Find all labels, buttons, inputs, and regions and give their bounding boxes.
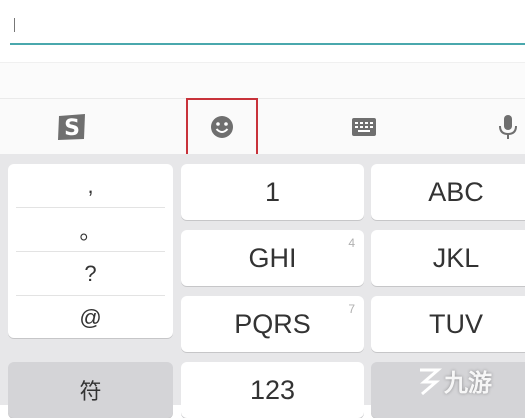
key-8-label: TUV	[429, 308, 483, 339]
symbol-key-label: 符	[79, 379, 102, 404]
text-input-area[interactable]	[0, 0, 525, 62]
key-7[interactable]: PQRS 7	[181, 296, 364, 352]
sogou-s-icon: S	[58, 114, 85, 141]
microphone-icon	[498, 115, 517, 139]
punct-at[interactable]: @	[16, 296, 165, 339]
punct-comma[interactable]: ,	[16, 164, 165, 208]
punct-question[interactable]: ?	[16, 252, 165, 296]
candidate-bar	[0, 62, 525, 99]
num-key-label: 123	[249, 374, 296, 405]
ime-toolbar: S	[0, 98, 525, 155]
key-4-digit: 4	[348, 236, 355, 250]
voice-input-button[interactable]	[490, 99, 525, 155]
key-5[interactable]: JKL 5	[371, 230, 525, 286]
punctuation-list[interactable]: , 。 ? @	[8, 164, 173, 338]
key-2[interactable]: ABC 2	[371, 164, 525, 220]
punct-period[interactable]: 。	[16, 208, 165, 252]
svg-text:S: S	[64, 116, 80, 141]
key-5-label: JKL	[432, 242, 480, 273]
key-7-digit: 7	[348, 302, 355, 316]
watermark-text: 九游	[444, 370, 492, 397]
emoji-highlight-box	[186, 98, 258, 160]
symbol-key[interactable]: 符	[8, 362, 173, 418]
watermark-mark-icon	[419, 368, 443, 395]
key-7-label: PQRS	[234, 308, 311, 339]
watermark-logo: 九游	[414, 356, 525, 405]
key-1-label: 1	[264, 176, 281, 207]
key-4-label: GHI	[248, 242, 297, 273]
input-underline	[10, 43, 525, 45]
key-8[interactable]: TUV 8	[371, 296, 525, 352]
key-1[interactable]: 1	[181, 164, 364, 220]
keyboard-icon	[352, 118, 376, 136]
key-4[interactable]: GHI 4	[181, 230, 364, 286]
text-caret	[14, 18, 15, 32]
key-2-label: ABC	[428, 176, 484, 207]
sogou-logo-button[interactable]: S	[40, 99, 104, 155]
num-key[interactable]: 123	[181, 362, 364, 418]
keyboard-switch-button[interactable]	[332, 99, 396, 155]
